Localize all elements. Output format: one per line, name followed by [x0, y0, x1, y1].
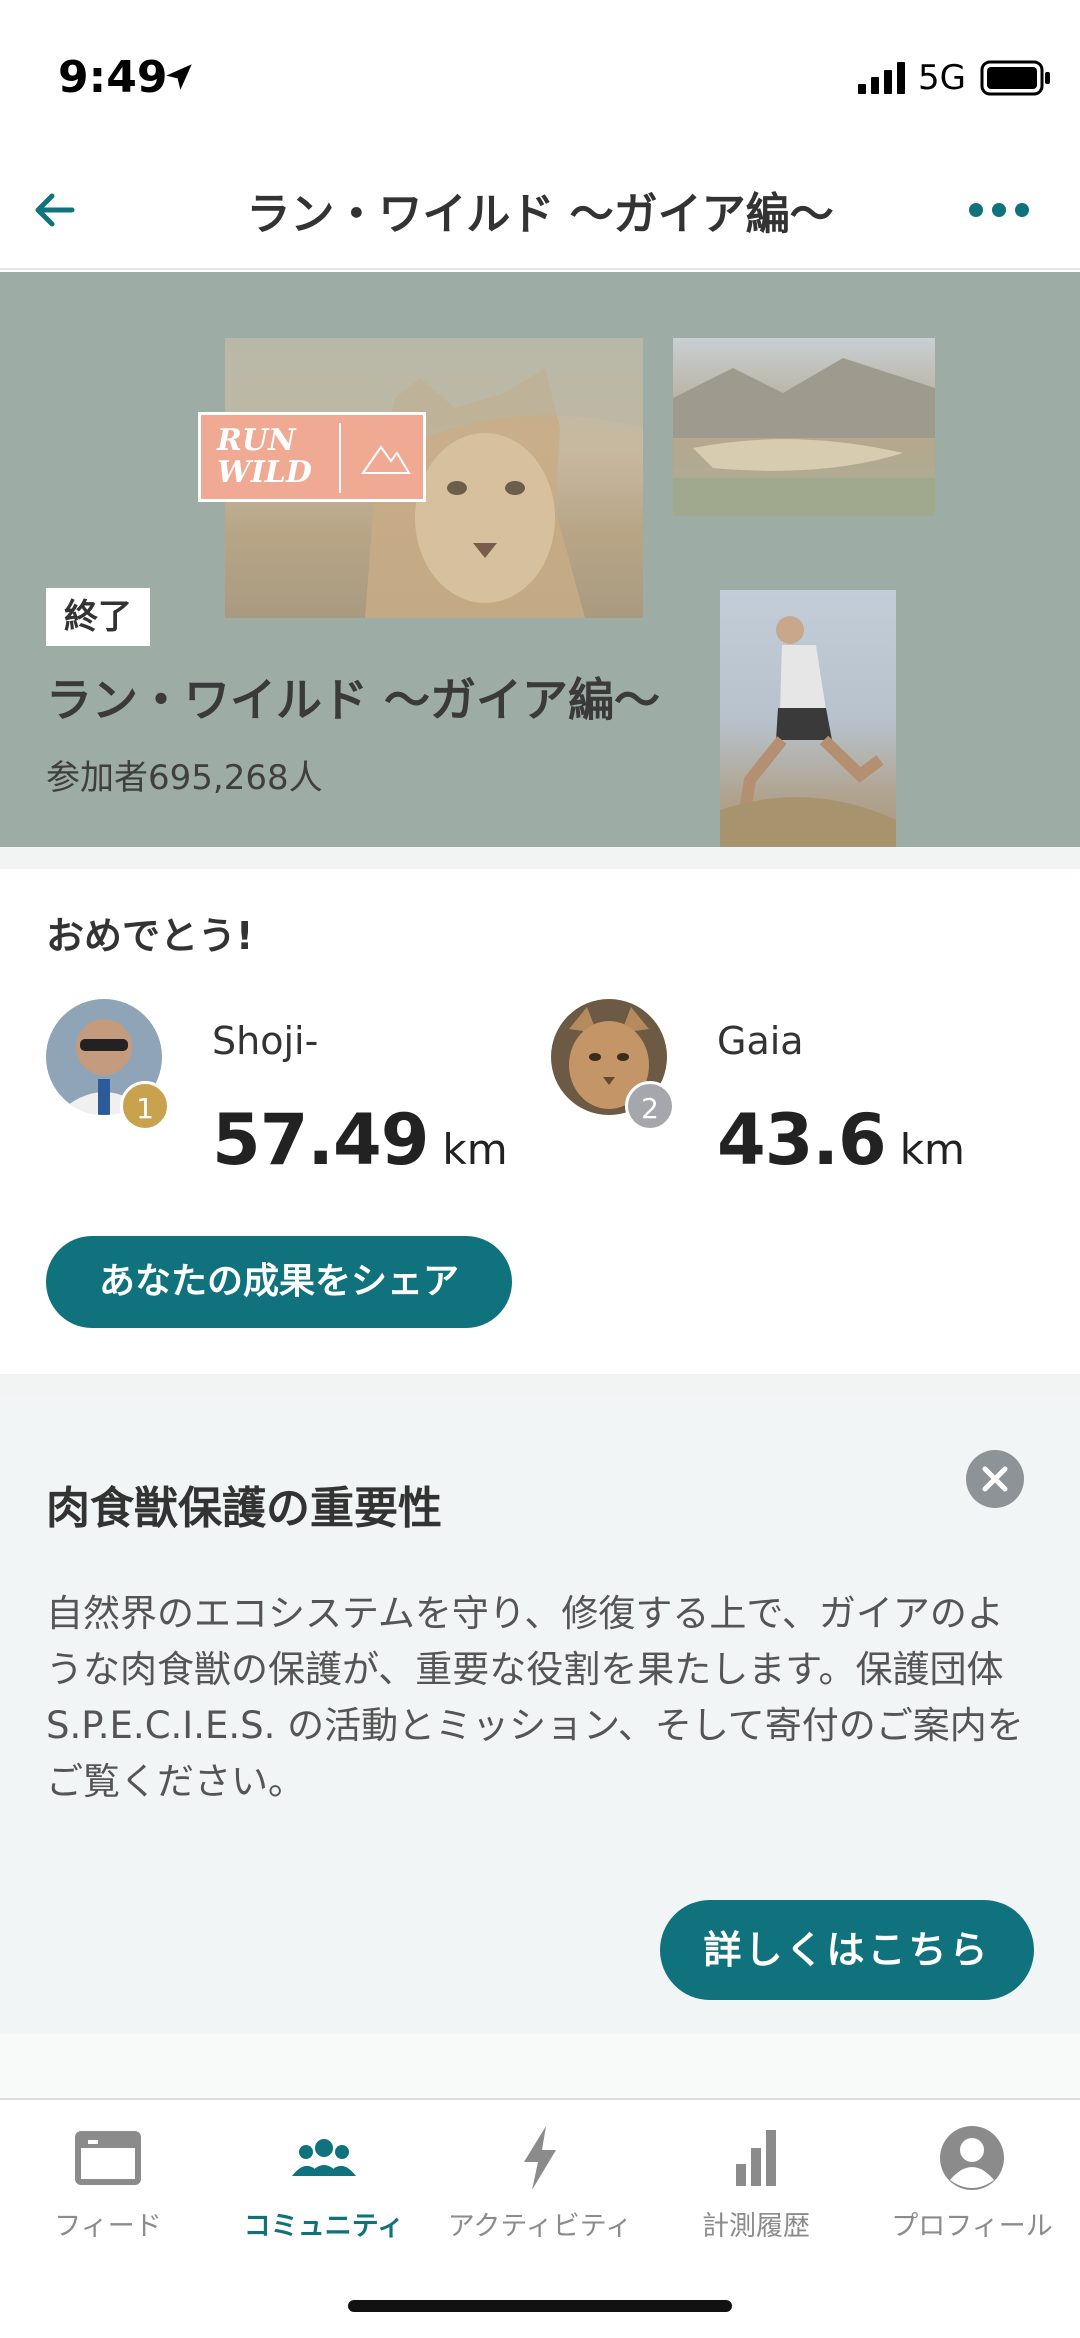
- location-arrow-icon: [166, 64, 192, 90]
- participant-count: 参加者695,268人: [46, 758, 323, 798]
- more-options-icon[interactable]: [964, 190, 1034, 230]
- distance-value: 57.49: [212, 1099, 429, 1181]
- info-card: 肉食獣保護の重要性 自然界のエコシステムを守り、修復する上で、ガイアのような肉食…: [0, 1396, 1080, 2034]
- section-divider: [0, 1374, 1080, 1396]
- challenge-hero: RUN WILD 終了 ラン・ワイルド 〜ガイア編〜 参加者695,268人: [0, 272, 1080, 847]
- distance-unit: km: [899, 1125, 965, 1174]
- leader-distance: 57.49 km: [212, 1099, 508, 1181]
- congrats-title: おめでとう!: [46, 914, 254, 958]
- close-button[interactable]: [966, 1450, 1024, 1508]
- tab-profile[interactable]: プロフィール: [864, 2100, 1080, 2250]
- status-bar: 9:49 5G: [0, 0, 1080, 150]
- tab-activity[interactable]: アクティビティ: [432, 2100, 648, 2250]
- distance-unit: km: [442, 1125, 508, 1174]
- distance-value: 43.6: [717, 1099, 887, 1181]
- network-type: 5G: [918, 58, 966, 98]
- leader-entry[interactable]: 1 Shoji- 57.49 km: [46, 999, 526, 1199]
- section-divider: [0, 847, 1080, 869]
- tab-history[interactable]: 計測履歴: [648, 2100, 864, 2250]
- challenge-title: ラン・ワイルド 〜ガイア編〜: [46, 673, 661, 727]
- runner-illustration: [720, 616, 896, 847]
- status-badge: 終了: [46, 588, 150, 646]
- leader-entry[interactable]: 2 Gaia 43.6 km: [551, 999, 1031, 1199]
- back-arrow-icon[interactable]: [28, 184, 80, 236]
- run-wild-logo-text: RUN WILD: [217, 423, 312, 490]
- logo-divider: [339, 423, 341, 493]
- leader-distance: 43.6 km: [717, 1099, 965, 1181]
- tab-community[interactable]: コミュニティ: [216, 2100, 432, 2250]
- tab-label: フィード: [54, 2211, 162, 2242]
- learn-more-button[interactable]: 詳しくはこちら: [660, 1900, 1034, 2000]
- leader-name: Shoji-: [212, 1019, 319, 1063]
- mountain-icon: [361, 445, 411, 474]
- tab-label: 計測履歴: [702, 2211, 810, 2242]
- lake-illustration: [673, 358, 935, 516]
- mountain-lake-photo: [673, 338, 935, 516]
- tab-label: プロフィール: [891, 2211, 1053, 2242]
- share-results-button[interactable]: あなたの成果をシェア: [46, 1236, 512, 1328]
- cellular-signal-icon: [858, 62, 905, 94]
- run-wild-logo: RUN WILD: [198, 412, 426, 502]
- status-time: 9:49: [58, 52, 168, 103]
- history-chart-icon: [736, 2130, 776, 2186]
- activity-icon: [524, 2126, 556, 2190]
- congrats-section: おめでとう! 1 Shoji- 57.49 km 2 Gaia 43.6 km …: [0, 869, 1080, 1374]
- feed-icon: [75, 2131, 141, 2185]
- tab-label: コミュニティ: [243, 2211, 405, 2242]
- battery-icon: [980, 60, 1050, 96]
- profile-icon: [940, 2126, 1004, 2190]
- page-title: ラン・ワイルド 〜ガイア編〜: [246, 189, 834, 240]
- close-icon: [982, 1466, 1008, 1492]
- nav-header: ラン・ワイルド 〜ガイア編〜: [0, 150, 1080, 270]
- rank-badge: 1: [120, 1081, 170, 1131]
- info-title: 肉食獣保護の重要性: [46, 1483, 442, 1534]
- home-indicator[interactable]: [348, 2300, 732, 2312]
- section-divider: [0, 2034, 1080, 2098]
- runner-photo: [720, 590, 896, 847]
- leader-name: Gaia: [717, 1019, 804, 1063]
- tab-feed[interactable]: フィード: [0, 2100, 216, 2250]
- tab-label: アクティビティ: [447, 2211, 633, 2242]
- info-body: 自然界のエコシステムを守り、修復する上で、ガイアのような肉食獣の保護が、重要な役…: [46, 1592, 1024, 1803]
- community-icon: [292, 2139, 356, 2176]
- rank-badge: 2: [625, 1081, 675, 1131]
